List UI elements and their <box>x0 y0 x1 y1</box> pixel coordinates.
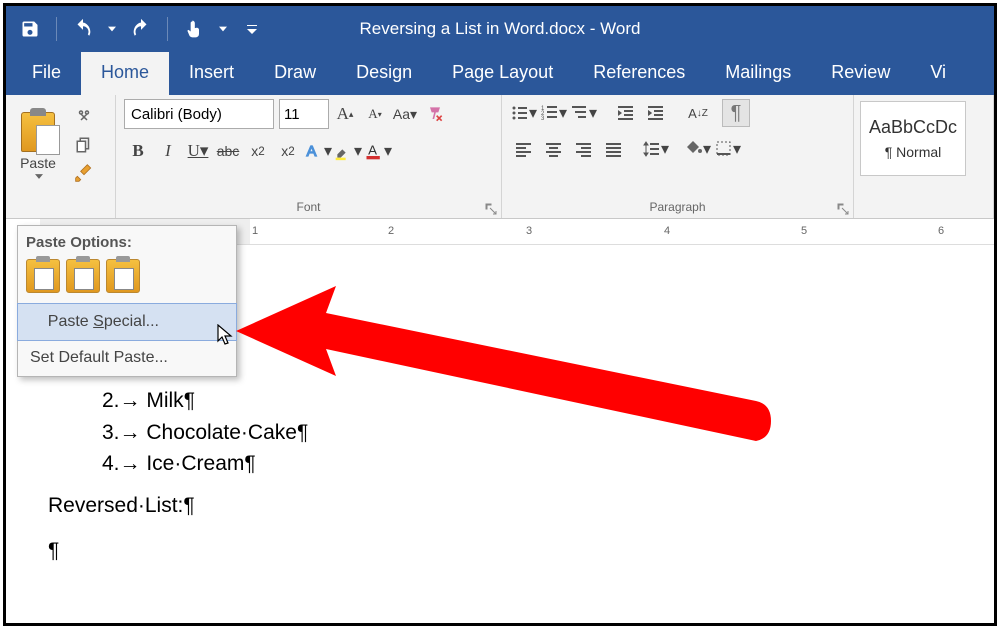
style-name: ¶ Normal <box>885 144 942 160</box>
copy-button[interactable] <box>70 133 98 157</box>
paste-text-only-icon[interactable] <box>106 259 140 293</box>
shading-button[interactable]: ▾ <box>684 135 712 163</box>
list-item: 3.→ Chocolate·Cake <box>66 417 994 449</box>
font-dialog-launcher[interactable] <box>485 202 497 214</box>
tab-draw[interactable]: Draw <box>254 52 336 95</box>
grow-font-button[interactable]: A▴ <box>331 100 359 128</box>
ribbon-tabs: File Home Insert Draw Design Page Layout… <box>6 52 994 95</box>
svg-text:A: A <box>368 142 377 157</box>
align-center-button[interactable] <box>540 135 568 163</box>
text-effects-button[interactable]: A▾ <box>304 137 332 165</box>
paragraph: Reversed·List: <box>48 490 994 522</box>
multilevel-list-button[interactable]: ▾ <box>570 99 598 127</box>
undo-button[interactable] <box>67 13 99 45</box>
tab-references[interactable]: References <box>573 52 705 95</box>
tab-page-layout[interactable]: Page Layout <box>432 52 573 95</box>
paste-special-menuitem[interactable]: Paste Special... <box>17 303 237 341</box>
change-case-button[interactable]: Aa▾ <box>391 100 419 128</box>
paste-merge-icon[interactable] <box>66 259 100 293</box>
group-paragraph: ▾ 123▾ ▾ A↓Z ¶ ▾ ▾ ▾ <box>502 95 854 218</box>
group-font: A▴ A▾ Aa▾ B I U▾ abc x2 x2 A▾ ▾ <box>116 95 502 218</box>
touch-mode-button[interactable] <box>178 13 210 45</box>
font-color-button[interactable]: A▾ <box>364 137 392 165</box>
paste-label: Paste <box>20 155 56 171</box>
svg-text:A: A <box>306 143 316 160</box>
font-name-combo[interactable] <box>124 99 274 129</box>
tab-review[interactable]: Review <box>811 52 910 95</box>
tab-view-truncated[interactable]: Vi <box>910 52 966 95</box>
line-spacing-button[interactable]: ▾ <box>642 135 670 163</box>
subscript-button[interactable]: x2 <box>244 137 272 165</box>
clear-formatting-button[interactable] <box>421 100 449 128</box>
strikethrough-button[interactable]: abc <box>214 137 242 165</box>
bullets-button[interactable]: ▾ <box>510 99 538 127</box>
paragraph-dialog-launcher[interactable] <box>837 202 849 214</box>
redo-button[interactable] <box>125 13 157 45</box>
paste-keep-source-icon[interactable] <box>26 259 60 293</box>
group-clipboard: Paste <box>6 95 116 218</box>
paragraph <box>48 535 994 567</box>
undo-dropdown[interactable] <box>105 13 119 45</box>
cut-button[interactable] <box>70 105 98 129</box>
paste-dropdown-menu: Paste Options: Paste Special... Set Defa… <box>17 225 237 377</box>
tab-mailings[interactable]: Mailings <box>705 52 811 95</box>
tab-home[interactable]: Home <box>81 52 169 95</box>
font-group-label: Font <box>124 197 493 216</box>
titlebar: Reversing a List in Word.docx - Word <box>6 6 994 52</box>
increase-indent-button[interactable] <box>642 99 670 127</box>
paste-options-title: Paste Options: <box>18 226 236 257</box>
font-size-combo[interactable] <box>279 99 329 129</box>
show-hide-button[interactable]: ¶ <box>722 99 750 127</box>
shrink-font-button[interactable]: A▾ <box>361 100 389 128</box>
superscript-button[interactable]: x2 <box>274 137 302 165</box>
list-item: 4.→ Ice·Cream <box>66 448 994 480</box>
justify-button[interactable] <box>600 135 628 163</box>
format-painter-button[interactable] <box>70 161 98 185</box>
tab-insert[interactable]: Insert <box>169 52 254 95</box>
list-item: 2.→ Milk <box>66 385 994 417</box>
svg-text:3: 3 <box>541 116 545 122</box>
group-styles: AaBbCcDc ¶ Normal <box>854 95 994 218</box>
set-default-paste-menuitem[interactable]: Set Default Paste... <box>18 340 236 376</box>
numbering-button[interactable]: 123▾ <box>540 99 568 127</box>
bold-button[interactable]: B <box>124 137 152 165</box>
touch-dropdown[interactable] <box>216 13 230 45</box>
tab-file[interactable]: File <box>12 52 81 95</box>
save-button[interactable] <box>14 13 46 45</box>
paragraph-group-label: Paragraph <box>510 197 845 216</box>
customize-qat-button[interactable] <box>236 13 268 45</box>
style-preview: AaBbCcDc <box>869 117 957 138</box>
style-normal[interactable]: AaBbCcDc ¶ Normal <box>860 101 966 176</box>
quick-access-toolbar <box>14 13 268 45</box>
chevron-down-icon <box>35 174 43 179</box>
align-right-button[interactable] <box>570 135 598 163</box>
tab-design[interactable]: Design <box>336 52 432 95</box>
decrease-indent-button[interactable] <box>612 99 640 127</box>
paste-icon <box>21 112 55 152</box>
sort-button[interactable]: A↓Z <box>684 99 712 127</box>
italic-button[interactable]: I <box>154 137 182 165</box>
borders-button[interactable]: ▾ <box>714 135 742 163</box>
highlight-button[interactable]: ▾ <box>334 137 362 165</box>
paste-button[interactable]: Paste <box>14 101 62 189</box>
underline-button[interactable]: U▾ <box>184 137 212 165</box>
align-left-button[interactable] <box>510 135 538 163</box>
ribbon: Paste <box>6 95 994 219</box>
